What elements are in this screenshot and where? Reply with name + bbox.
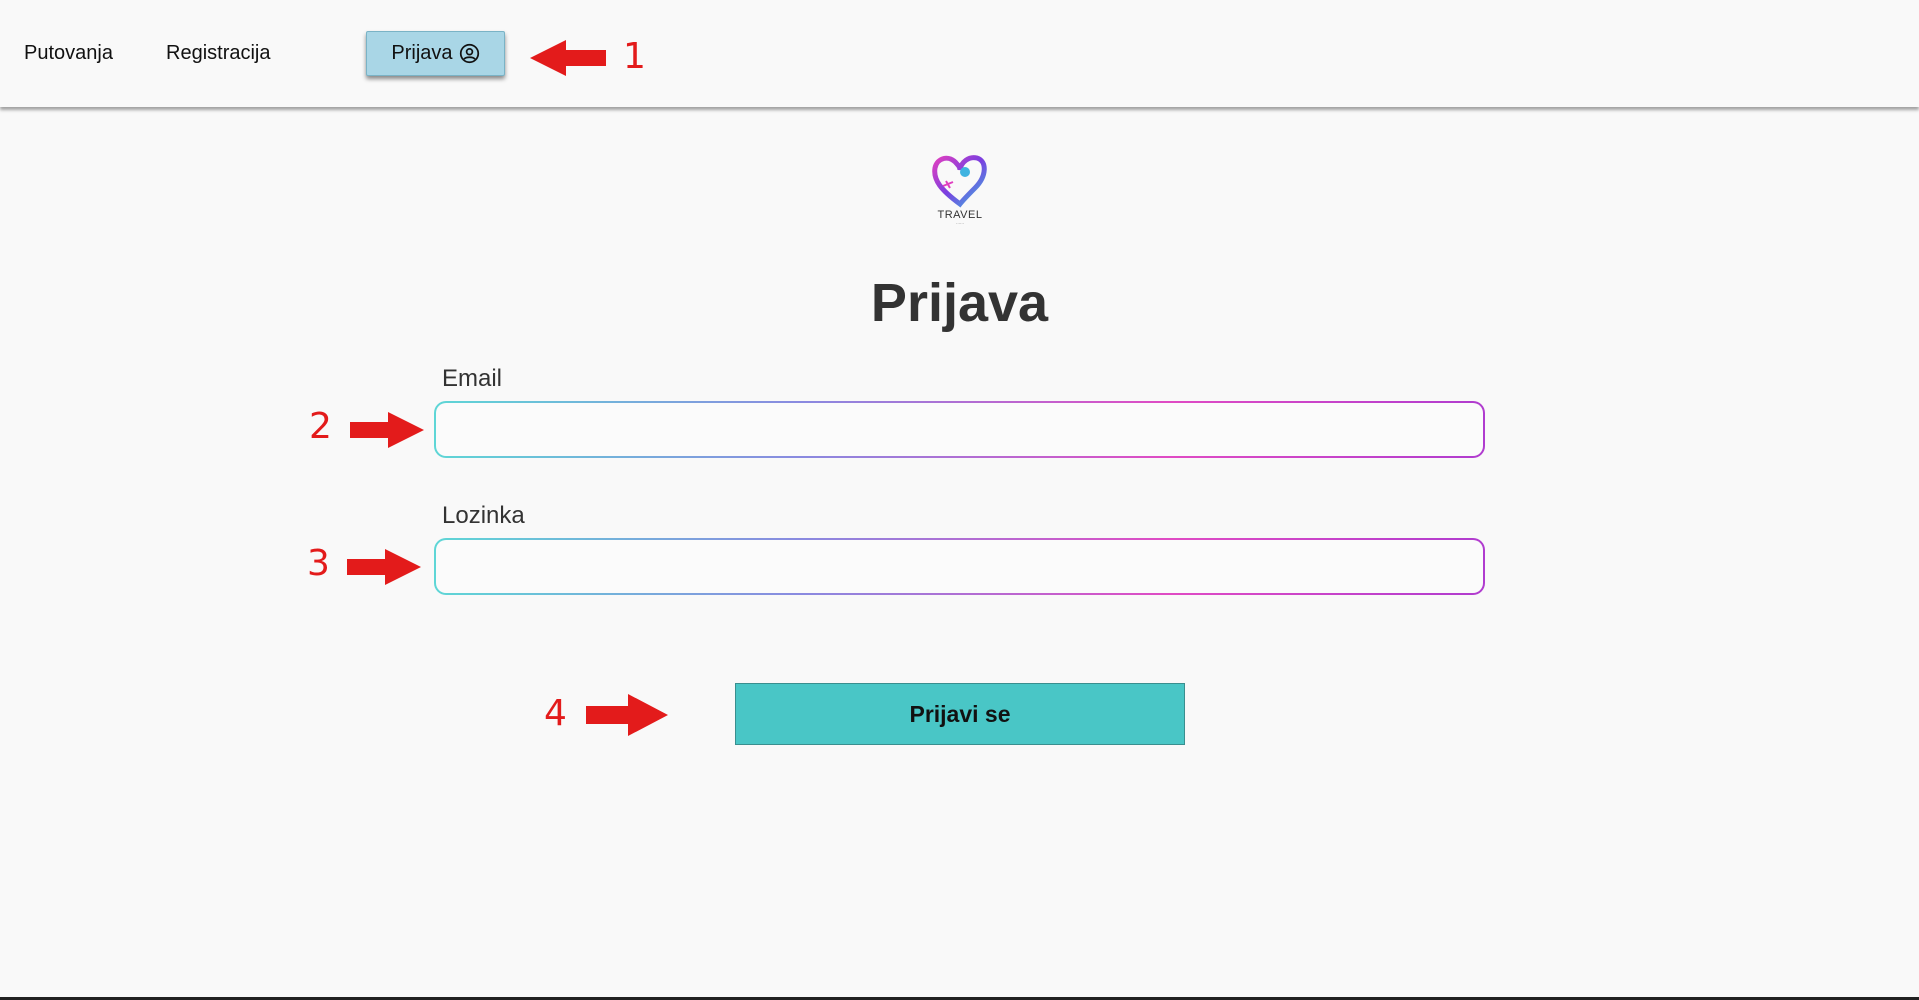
login-nav-button-label: Prijava xyxy=(391,42,453,64)
annotation-arrow-1 xyxy=(530,40,606,76)
annotation-number-1: 1 xyxy=(623,36,646,77)
annotation-number-3: 3 xyxy=(307,543,330,584)
nav-link-registracija[interactable]: Registracija xyxy=(166,42,270,65)
annotation-number-4: 4 xyxy=(544,693,567,734)
logo-subtext-mark: ······ xyxy=(956,221,964,226)
heart-plane-logo-icon xyxy=(932,155,987,208)
password-input[interactable] xyxy=(436,540,1483,593)
email-label: Email xyxy=(442,365,503,392)
password-label: Lozinka xyxy=(442,502,525,529)
email-field-border xyxy=(434,401,1485,458)
login-submit-button[interactable]: Prijavi se xyxy=(735,683,1185,745)
top-navbar: Putovanja Registracija Prijava xyxy=(0,0,1919,107)
annotation-number-2: 2 xyxy=(309,406,332,447)
password-field-border xyxy=(434,538,1485,595)
annotation-arrow-2 xyxy=(350,412,424,448)
page: Putovanja Registracija Prijava 1 TRAVEL … xyxy=(0,0,1919,1000)
annotation-arrow-4 xyxy=(586,694,668,736)
login-nav-button[interactable]: Prijava xyxy=(366,31,505,76)
annotation-arrow-3 xyxy=(347,549,421,585)
nav-link-putovanja[interactable]: Putovanja xyxy=(24,42,113,65)
logo-text: TRAVEL xyxy=(937,209,983,221)
page-title: Prijava xyxy=(870,273,1049,333)
user-circle-icon xyxy=(459,43,480,64)
email-input[interactable] xyxy=(436,403,1483,456)
travel-logo: TRAVEL ······ xyxy=(927,152,993,234)
